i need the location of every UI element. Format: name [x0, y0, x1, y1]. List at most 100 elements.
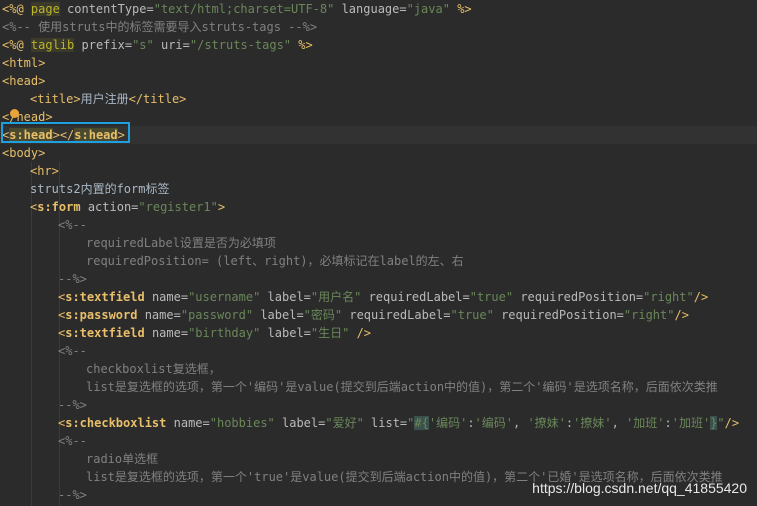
- code-token: "register1": [138, 200, 218, 214]
- code-token: :: [664, 416, 672, 430]
- code-token: requiredPosition= (left、right)，必填标记在labe…: [86, 254, 464, 268]
- code-token: "text/html;charset=UTF-8": [153, 2, 335, 16]
- code-token: "birthday": [188, 326, 261, 340]
- code-token: name=: [137, 308, 181, 322]
- code-token: <head>: [2, 74, 46, 88]
- code-line[interactable]: <s:textfield name="birthday" label="生日" …: [0, 324, 757, 342]
- code-token: "用户名": [310, 290, 362, 304]
- code-token: name=: [144, 290, 189, 304]
- code-editor[interactable]: <%@ page contentType="text/html;charset=…: [0, 0, 757, 506]
- code-token: "password": [180, 308, 254, 322]
- code-line[interactable]: <hr>: [0, 162, 757, 180]
- code-line[interactable]: struts2内置的form标签: [0, 180, 757, 198]
- code-token: '撩妹': [527, 416, 566, 430]
- code-token: struts2内置的form标签: [30, 182, 170, 196]
- code-token: #{: [414, 416, 429, 430]
- code-token: </title>: [128, 92, 187, 106]
- code-token: <%@: [2, 38, 31, 52]
- code-line[interactable]: </head>: [0, 108, 757, 126]
- code-token: list是复选框的选项，第一个'编码'是value(提交到后端action中的值…: [86, 380, 718, 394]
- code-token: s:form: [37, 200, 81, 214]
- code-token: s:textfield: [65, 290, 145, 304]
- code-token: <%--: [58, 434, 87, 448]
- code-token: s:textfield: [65, 326, 145, 340]
- code-token: "username": [188, 290, 261, 304]
- code-line[interactable]: <head>: [0, 72, 757, 90]
- code-line[interactable]: <s:head></s:head>: [0, 126, 757, 144]
- code-token: language=: [334, 2, 407, 16]
- watermark-text: https://blog.csdn.net/qq_41855420: [532, 480, 747, 496]
- code-line[interactable]: <%@ taglib prefix="s" uri="/struts-tags"…: [0, 36, 757, 54]
- code-line[interactable]: <s:form action="register1">: [0, 198, 757, 216]
- code-line[interactable]: <html>: [0, 54, 757, 72]
- code-token: action=: [80, 200, 139, 214]
- code-token: label=: [260, 290, 311, 304]
- code-token: --%>: [58, 488, 87, 502]
- code-token: prefix=: [74, 38, 133, 52]
- code-token: 用户注册: [80, 92, 129, 106]
- code-line[interactable]: <body>: [0, 144, 757, 162]
- code-token: requiredPosition=: [493, 308, 624, 322]
- code-line[interactable]: <%--: [0, 216, 757, 234]
- code-token: />: [724, 416, 740, 430]
- code-token: '加班': [626, 416, 665, 430]
- code-token: taglib: [30, 38, 75, 52]
- code-token: ></: [52, 128, 75, 142]
- code-token: "java": [406, 2, 450, 16]
- code-token: "right": [623, 308, 675, 322]
- bookmark-dot-icon[interactable]: [10, 109, 19, 118]
- code-token: requiredLabel设置是否为必填项: [86, 236, 276, 250]
- code-token: />: [693, 290, 709, 304]
- code-token: >: [217, 200, 226, 214]
- code-token: />: [349, 326, 372, 340]
- code-token: :: [467, 416, 475, 430]
- code-token: contentType=: [59, 2, 154, 16]
- code-line[interactable]: --%>: [0, 396, 757, 414]
- code-line[interactable]: <s:checkboxlist name="hobbies" label="爱好…: [0, 414, 757, 432]
- code-token: checkboxlist复选框，: [86, 362, 221, 376]
- code-line[interactable]: <%@ page contentType="text/html;charset=…: [0, 0, 757, 18]
- code-token: '编码': [428, 416, 468, 430]
- code-token: "/struts-tags": [189, 38, 292, 52]
- code-token: requiredPosition=: [513, 290, 644, 304]
- code-token: s:head: [9, 128, 53, 142]
- code-token: --%>: [58, 272, 87, 286]
- code-token: --%>: [58, 398, 87, 412]
- code-token: <title>: [30, 92, 81, 106]
- code-token: "hobbies": [209, 416, 275, 430]
- code-token: "爱好": [325, 416, 364, 430]
- code-token: s:password: [65, 308, 138, 322]
- code-token: >: [117, 128, 125, 142]
- code-line[interactable]: requiredPosition= (left、right)，必填标记在labe…: [0, 252, 757, 270]
- code-line[interactable]: requiredLabel设置是否为必填项: [0, 234, 757, 252]
- code-line[interactable]: <s:textfield name="username" label="用户名"…: [0, 288, 757, 306]
- code-line[interactable]: <%-- 使用struts中的标签需要导入struts-tags --%>: [0, 18, 757, 36]
- code-token: ": [717, 416, 725, 430]
- code-token: "true": [450, 308, 494, 322]
- code-token: page: [30, 2, 60, 16]
- code-token: <hr>: [30, 164, 59, 178]
- code-token: s:head: [74, 128, 118, 142]
- code-token: requiredLabel=: [361, 290, 470, 304]
- code-token: requiredLabel=: [342, 308, 451, 322]
- code-line[interactable]: checkboxlist复选框，: [0, 360, 757, 378]
- code-token: radio单选框: [86, 452, 159, 466]
- code-token: label=: [274, 416, 326, 430]
- code-line[interactable]: <%--: [0, 342, 757, 360]
- code-token: label=: [260, 326, 311, 340]
- code-token: label=: [253, 308, 304, 322]
- code-line[interactable]: <title>用户注册</title>: [0, 90, 757, 108]
- code-token: '加班': [671, 416, 711, 430]
- code-token: <html>: [2, 56, 46, 70]
- code-token: name=: [144, 326, 189, 340]
- code-token: <%--: [58, 218, 87, 232]
- code-token: <%--: [58, 344, 87, 358]
- code-token: "right": [643, 290, 694, 304]
- code-line[interactable]: <s:password name="password" label="密码" r…: [0, 306, 757, 324]
- code-token: "s": [132, 38, 154, 52]
- code-line[interactable]: radio单选框: [0, 450, 757, 468]
- code-line[interactable]: <%--: [0, 432, 757, 450]
- code-line[interactable]: list是复选框的选项，第一个'编码'是value(提交到后端action中的值…: [0, 378, 757, 396]
- code-token: %>: [449, 2, 472, 16]
- code-line[interactable]: --%>: [0, 270, 757, 288]
